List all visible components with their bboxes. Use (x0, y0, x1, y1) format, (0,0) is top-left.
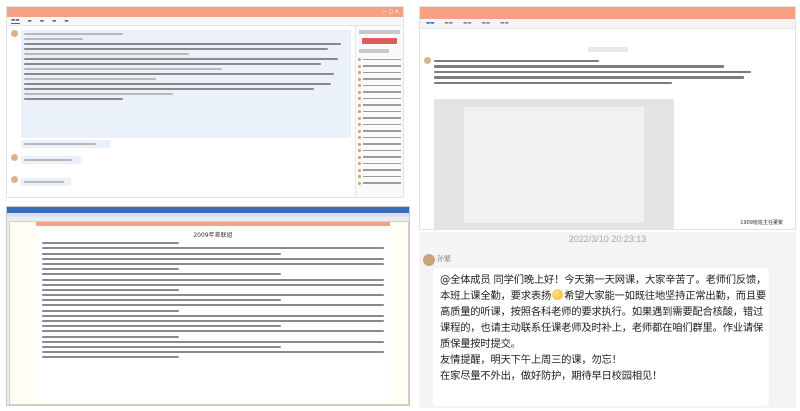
tab-2[interactable]: ▬▬ (445, 21, 454, 26)
message-bubble (21, 140, 111, 148)
chat-window-top-left: — □ ✕ ▬▬ ▬ ▬ ▬ ▬ (6, 6, 404, 198)
member-item[interactable] (358, 103, 401, 108)
member-item[interactable] (358, 129, 401, 134)
tab-bar: ▬▬ ▬▬ ▬▬ ▬▬ ▬▬ (420, 19, 795, 29)
tab-4[interactable]: ▬ (52, 19, 56, 24)
signature: 1909班班主任董繁 (740, 220, 783, 226)
tab-bar: ▬▬ ▬ ▬ ▬ ▬ (7, 17, 403, 26)
member-item[interactable] (358, 174, 401, 179)
member-item[interactable] (358, 57, 401, 62)
member-item[interactable] (358, 161, 401, 166)
window-titlebar: — □ ✕ (7, 7, 403, 17)
document-window-bottom-left: 2009年差联组 (6, 206, 410, 406)
member-sidebar (355, 26, 403, 197)
message-line: @全体成员 同学们晚上好！今天第一天网课，大家辛苦了。老师们反馈， (440, 274, 767, 286)
message-bubble: @全体成员 同学们晚上好！今天第一天网课，大家辛苦了。老师们反馈， 本班上课全勤… (433, 268, 769, 406)
member-item[interactable] (358, 83, 401, 88)
document-page: 2009年差联组 (36, 226, 390, 402)
window-controls[interactable]: — □ ✕ (382, 7, 399, 17)
chat-window-top-right: ▬▬ ▬▬ ▬▬ ▬▬ ▬▬ 1909班班主任董繁 (419, 6, 796, 230)
toolbar[interactable] (7, 213, 409, 217)
tab-chat[interactable]: ▬▬ (426, 21, 435, 26)
message-line: 友情提醒，明天下午上周三的课，勿忘！ (440, 354, 622, 366)
window-titlebar (7, 207, 409, 213)
tab-chat[interactable]: ▬▬ (11, 18, 20, 24)
window-titlebar (420, 7, 795, 19)
tab-2[interactable]: ▬ (28, 19, 32, 24)
message-date: 2022/3/10 20:23:13 (568, 234, 647, 244)
tab-4[interactable]: ▬▬ (482, 21, 491, 26)
document-heading: 2009年差联组 (193, 232, 233, 239)
member-item[interactable] (358, 70, 401, 75)
message-bubble (21, 156, 81, 164)
member-item[interactable] (358, 96, 401, 101)
member-item[interactable] (358, 64, 401, 69)
message-line: 在家尽量不外出，做好防护，期待早日校园相见！ (440, 370, 663, 382)
message-area (7, 26, 357, 197)
sender-avatar (423, 254, 435, 266)
tab-3[interactable]: ▬ (40, 19, 44, 24)
member-item[interactable] (358, 181, 401, 186)
document-viewer: 2009年差联组 (9, 221, 409, 405)
avatar (11, 30, 18, 37)
member-item[interactable] (358, 135, 401, 140)
message-bubble (21, 178, 71, 186)
tab-5[interactable]: ▬ (64, 19, 68, 24)
message-text (434, 57, 764, 97)
member-item[interactable] (358, 148, 401, 153)
announcement-block[interactable] (362, 38, 397, 44)
message-bubble (21, 30, 351, 138)
message-line: 高质量的听课，按照各科老师的要求执行。如果遇到需要配合核酸，错过 (440, 306, 764, 318)
member-item[interactable] (358, 116, 401, 121)
thumbs-up-emoji-icon (552, 289, 564, 300)
sender-name: 孙繁 (437, 255, 451, 263)
tab-3[interactable]: ▬▬ (463, 21, 472, 26)
member-item[interactable] (358, 122, 401, 127)
member-item[interactable] (358, 142, 401, 147)
tab-5[interactable]: ▬▬ (500, 21, 509, 26)
date-separator (588, 47, 628, 52)
image-attachment[interactable] (434, 99, 674, 229)
avatar (11, 154, 18, 161)
avatar (424, 57, 431, 64)
member-item[interactable] (358, 155, 401, 160)
message-line: 本班上课全勤，要求表扬 希望大家能一如既往地坚持正常出勤，而且要 (440, 289, 767, 302)
message-line: 质保量按时提交。 (440, 338, 521, 350)
member-item[interactable] (358, 77, 401, 82)
message-line: 课程的，也请主动联系任课老师及时补上，老师都在咱们群里。作业请保 (440, 322, 764, 334)
avatar (11, 176, 18, 183)
member-item[interactable] (358, 90, 401, 95)
message-zoom-panel: 2022/3/10 20:23:13 孙繁 @全体成员 同学们晚上好！今天第一天… (419, 232, 796, 408)
member-item[interactable] (358, 109, 401, 114)
member-item[interactable] (358, 168, 401, 173)
